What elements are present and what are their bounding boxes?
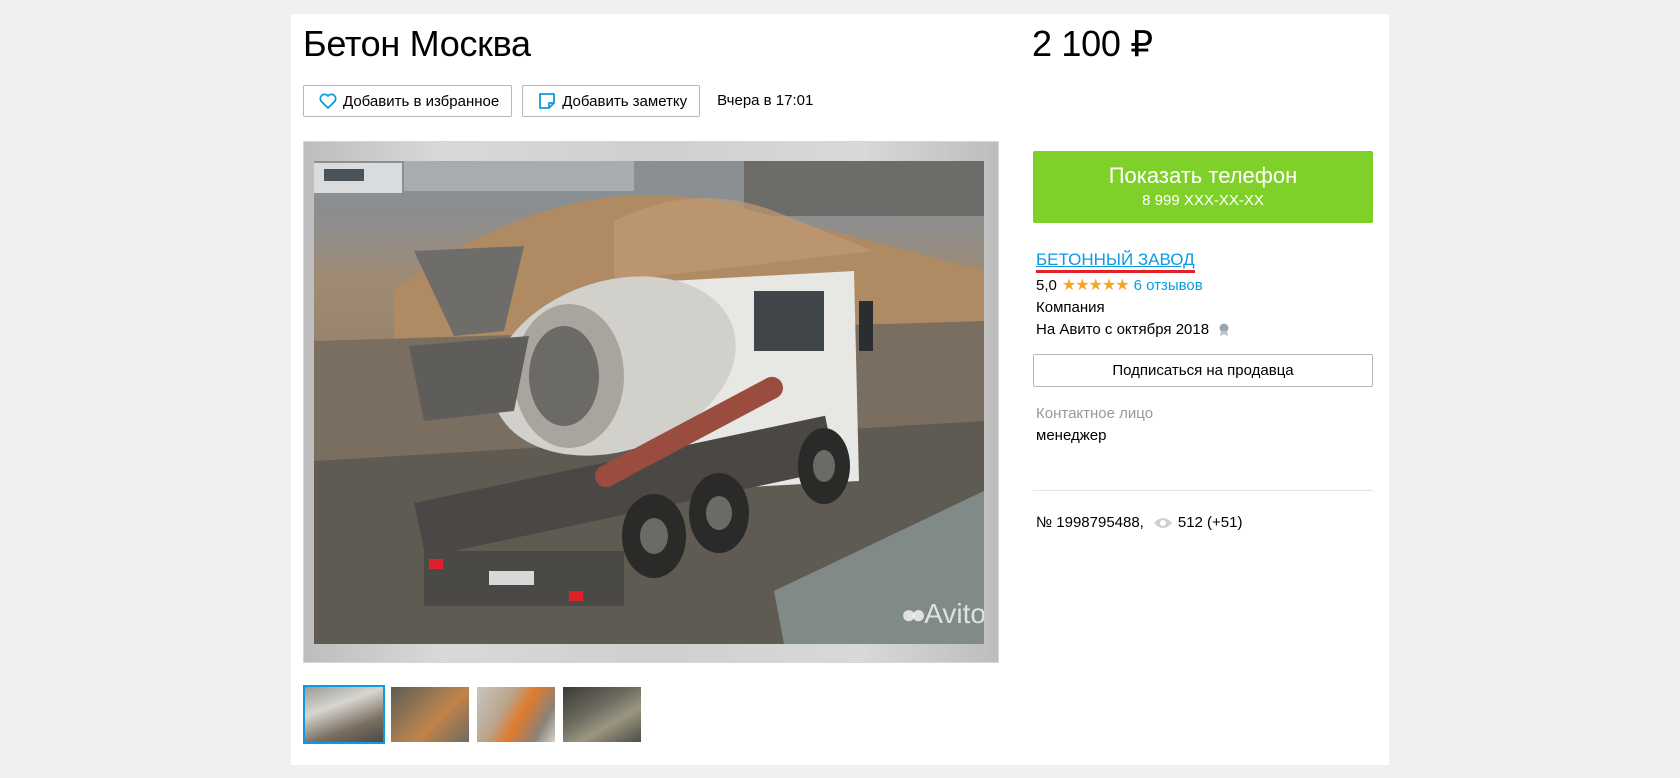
avito-watermark: ●● Avito (901, 598, 984, 630)
watermark-logo-icon: ●● (900, 598, 927, 629)
contact-person-label: Контактное лицо (1036, 405, 1154, 422)
eye-icon (1153, 516, 1173, 530)
views-count: 512 (+51) (1177, 514, 1243, 531)
phone-number-masked: 8 999 XXX-XX-XX (1142, 192, 1264, 209)
seller-rating: 5,0 ★★★★★ 6 отзывов (1036, 276, 1376, 296)
thumbnail-3[interactable] (475, 685, 557, 744)
ad-number: № 1998795488, (1036, 514, 1144, 531)
seller-since-row: На Авито с октября 2018 (1036, 320, 1376, 340)
listing-meta: № 1998795488, 512 (+51) (1036, 514, 1243, 531)
show-phone-label: Показать телефон (1108, 163, 1298, 188)
thumbnail-2[interactable] (389, 685, 471, 744)
listing-price: 2 100 ₽ (1032, 23, 1153, 64)
listing-actions: Добавить в избранное Добавить заметку Вч… (303, 85, 813, 117)
watermark-text: Avito (924, 598, 984, 629)
listing-card: Бетон Москва 2 100 ₽ Добавить в избранно… (291, 14, 1389, 765)
contact-person: Контактное лицо менеджер (1036, 404, 1153, 446)
add-note-label: Добавить заметку (562, 92, 688, 110)
rating-value: 5,0 (1036, 277, 1057, 294)
seller-name-link[interactable]: БЕТОННЫЙ ЗАВОД (1036, 250, 1195, 273)
add-to-favorites-button[interactable]: Добавить в избранное (303, 85, 513, 117)
add-note-button[interactable]: Добавить заметку (522, 85, 701, 117)
show-phone-button[interactable]: Показать телефон 8 999 XXX-XX-XX (1033, 151, 1373, 223)
reviews-link[interactable]: 6 отзывов (1134, 276, 1203, 296)
posted-date: Вчера в 17:01 (717, 91, 814, 109)
thumbnail-strip (303, 685, 647, 744)
contact-person-value: менеджер (1036, 427, 1107, 444)
note-icon (537, 91, 557, 111)
heart-icon (318, 91, 338, 111)
thumbnail-1[interactable] (303, 685, 385, 744)
seller-since: На Авито с октября 2018 (1036, 321, 1210, 338)
photo-gallery[interactable]: ●● Avito (303, 141, 999, 663)
subscribe-seller-button[interactable]: Подписаться на продавца (1033, 354, 1373, 387)
seller-type: Компания (1036, 299, 1105, 316)
medal-icon (1217, 322, 1231, 336)
thumbnail-4[interactable] (561, 685, 643, 744)
divider (1033, 490, 1373, 491)
rating-stars-icon: ★★★★★ (1061, 277, 1130, 294)
seller-info: БЕТОННЫЙ ЗАВОД 5,0 ★★★★★ 6 отзывов Компа… (1036, 250, 1376, 340)
add-to-favorites-label: Добавить в избранное (343, 92, 500, 110)
listing-title: Бетон Москва (303, 23, 531, 64)
main-photo[interactable]: ●● Avito (314, 161, 984, 644)
